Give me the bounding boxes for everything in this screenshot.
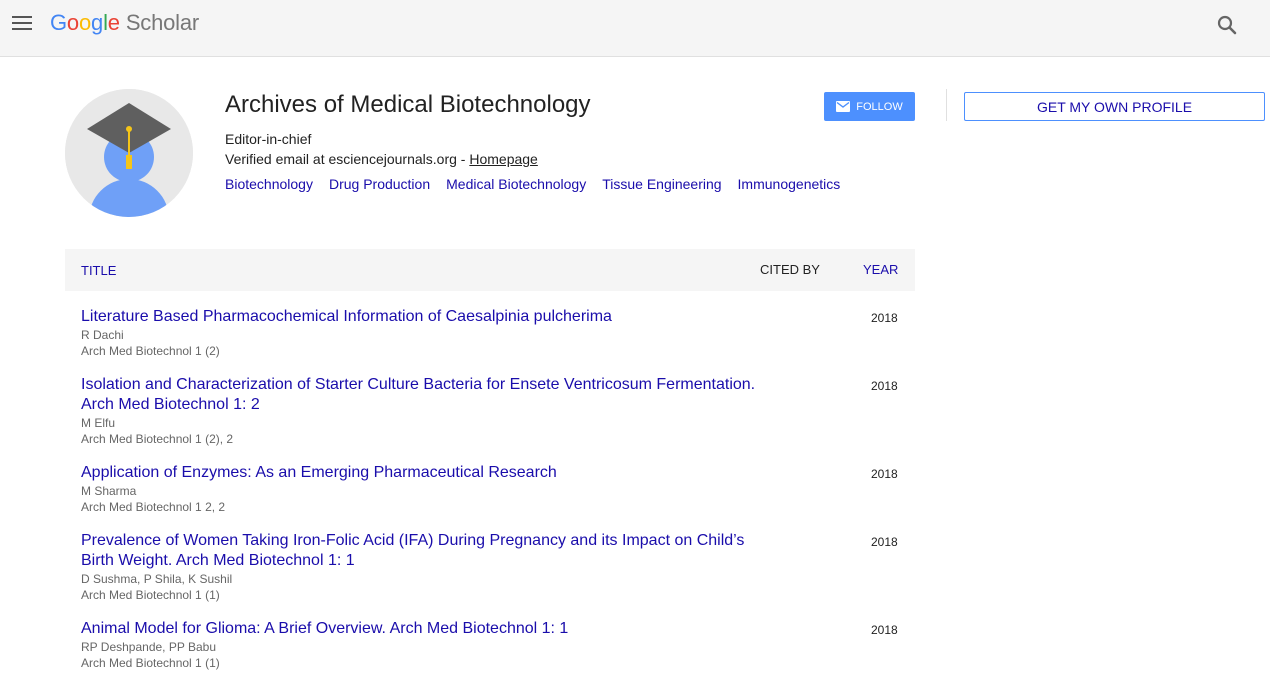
sort-by-title[interactable]: TITLE [81, 263, 116, 278]
logo-product: Scholar [125, 10, 200, 35]
graduate-avatar-icon [65, 89, 193, 217]
logo-letter: g [91, 10, 104, 35]
article-authors: D Sushma, P Shila, K Sushil [81, 572, 233, 586]
table-row: Application of Enzymes: As an Emerging P… [65, 447, 915, 515]
get-my-own-profile-button[interactable]: GET MY OWN PROFILE [964, 92, 1265, 121]
article-title-link[interactable]: Literature Based Pharmacochemical Inform… [81, 307, 771, 327]
logo-letter: o [66, 10, 79, 35]
article-year: 2018 [871, 623, 898, 637]
interest-link[interactable]: Medical Biotechnology [446, 176, 586, 192]
divider [946, 89, 947, 121]
email-text: Verified email at esciencejournals.org - [225, 151, 470, 167]
article-title-link[interactable]: Application of Enzymes: As an Emerging P… [81, 463, 771, 483]
article-year: 2018 [871, 535, 898, 549]
search-icon[interactable] [1215, 13, 1239, 37]
articles-table-header: TITLE CITED BY YEAR [65, 249, 915, 291]
profile-affiliation: Editor-in-chief [225, 131, 312, 147]
logo-letter: e [107, 10, 120, 35]
article-year: 2018 [871, 311, 898, 325]
interests-list: Biotechnology Drug Production Medical Bi… [225, 176, 840, 192]
cited-by-header: CITED BY [760, 262, 820, 277]
article-authors: R Dachi [81, 328, 124, 342]
interest-link[interactable]: Drug Production [329, 176, 430, 192]
article-authors: RP Deshpande, PP Babu [81, 640, 216, 654]
table-row: Isolation and Characterization of Starte… [65, 359, 915, 447]
article-venue: Arch Med Biotechnol 1 (1) [81, 656, 220, 670]
article-venue: Arch Med Biotechnol 1 (1) [81, 588, 220, 602]
article-title-link[interactable]: Prevalence of Women Taking Iron-Folic Ac… [81, 531, 771, 571]
sort-by-year[interactable]: YEAR [863, 262, 898, 277]
articles-list: Literature Based Pharmacochemical Inform… [65, 291, 915, 671]
table-row: Animal Model for Glioma: A Brief Overvie… [65, 603, 915, 671]
article-venue: Arch Med Biotechnol 1 (2) [81, 344, 220, 358]
menu-icon[interactable] [11, 16, 33, 34]
follow-button[interactable]: FOLLOW [824, 92, 915, 121]
top-bar: Google Scholar [0, 0, 1270, 57]
follow-label: FOLLOW [856, 100, 903, 113]
article-year: 2018 [871, 467, 898, 481]
article-venue: Arch Med Biotechnol 1 2, 2 [81, 500, 226, 514]
table-row: Prevalence of Women Taking Iron-Folic Ac… [65, 515, 915, 603]
profile-email: Verified email at esciencejournals.org -… [225, 151, 538, 167]
interest-link[interactable]: Tissue Engineering [602, 176, 721, 192]
interest-link[interactable]: Immunogenetics [738, 176, 841, 192]
mail-icon [836, 101, 851, 112]
homepage-link[interactable]: Homepage [469, 151, 538, 167]
article-title-link[interactable]: Isolation and Characterization of Starte… [81, 375, 771, 415]
interest-link[interactable]: Biotechnology [225, 176, 313, 192]
article-venue: Arch Med Biotechnol 1 (2), 2 [81, 432, 234, 446]
article-year: 2018 [871, 379, 898, 393]
article-title-link[interactable]: Animal Model for Glioma: A Brief Overvie… [81, 619, 771, 639]
google-scholar-logo[interactable]: Google Scholar [50, 10, 199, 36]
logo-letter: G [50, 10, 67, 35]
profile-name: Archives of Medical Biotechnology [225, 91, 591, 118]
article-authors: M Sharma [81, 484, 137, 498]
article-authors: M Elfu [81, 416, 116, 430]
table-row: Literature Based Pharmacochemical Inform… [65, 291, 915, 359]
logo-letter: o [78, 10, 92, 35]
